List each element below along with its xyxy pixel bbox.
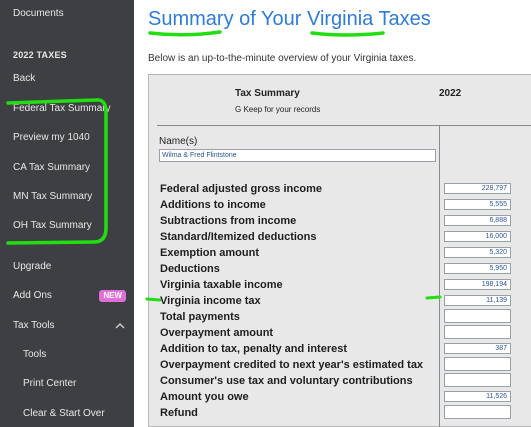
row-value-exemption[interactable]: 5,320 bbox=[444, 247, 511, 258]
sidebar-item-upgrade[interactable]: Upgrade bbox=[0, 256, 134, 278]
tax-summary-form: Tax Summary 2022 G Keep for your records… bbox=[148, 74, 531, 427]
row-label-additions: Additions to income bbox=[160, 199, 266, 211]
sidebar-item-documents[interactable]: Documents bbox=[0, 3, 134, 25]
row-value-overpayment-credited[interactable] bbox=[444, 357, 511, 371]
form-year: 2022 bbox=[439, 88, 462, 99]
row-value-overpayment[interactable] bbox=[444, 325, 511, 339]
chevron-up-icon[interactable] bbox=[115, 315, 125, 345]
row-label-va-income-tax: Virginia income tax bbox=[160, 295, 261, 307]
names-field[interactable]: Wilma & Fred Flintstone bbox=[159, 149, 436, 162]
row-label-addition-to-tax: Addition to tax, penalty and interest bbox=[160, 343, 348, 355]
new-badge: NEW bbox=[99, 290, 126, 302]
sidebar-item-oh-tax-summary[interactable]: OH Tax Summary bbox=[0, 215, 134, 237]
row-label-deductions: Deductions bbox=[160, 263, 220, 275]
sidebar-item-clear-start-over[interactable]: Clear & Start Over bbox=[0, 403, 134, 425]
form-divider-horizontal bbox=[157, 125, 531, 126]
sidebar-item-tax-tools[interactable]: Tax Tools bbox=[0, 315, 134, 337]
row-label-va-taxable-income: Virginia taxable income bbox=[160, 279, 283, 291]
row-value-federal-agi[interactable]: 228,797 bbox=[444, 183, 511, 194]
form-keep-note: G Keep for your records bbox=[235, 105, 321, 114]
sidebar-item-add-ons[interactable]: Add Ons NEW bbox=[0, 285, 134, 307]
row-label-refund: Refund bbox=[160, 407, 198, 419]
names-label: Name(s) bbox=[159, 136, 198, 147]
sidebar: Documents 2022 TAXES Back Federal Tax Su… bbox=[0, 0, 134, 427]
sidebar-item-add-ons-label: Add Ons bbox=[13, 290, 52, 301]
row-value-va-taxable-income[interactable]: 198,194 bbox=[444, 279, 511, 290]
sidebar-item-mn-tax-summary[interactable]: MN Tax Summary bbox=[0, 186, 134, 208]
row-value-additions[interactable]: 5,555 bbox=[444, 199, 511, 210]
row-label-total-payments: Total payments bbox=[160, 311, 240, 323]
row-label-overpayment: Overpayment amount bbox=[160, 327, 274, 339]
row-value-subtractions[interactable]: 6,888 bbox=[444, 215, 511, 226]
row-value-addition-to-tax[interactable]: 387 bbox=[444, 343, 511, 354]
row-value-deductions[interactable]: 5,950 bbox=[444, 263, 511, 274]
sidebar-item-back[interactable]: Back bbox=[0, 68, 134, 90]
sidebar-item-tools[interactable]: Tools bbox=[0, 344, 134, 366]
main-content: Summary of Your Virginia Taxes Below is … bbox=[134, 0, 531, 427]
form-header: Tax Summary bbox=[235, 88, 300, 99]
row-label-standard-itemized: Standard/Itemized deductions bbox=[160, 231, 317, 243]
row-value-refund[interactable] bbox=[444, 405, 511, 419]
sidebar-item-print-center[interactable]: Print Center bbox=[0, 373, 134, 395]
row-label-subtractions: Subtractions from income bbox=[160, 215, 297, 227]
row-label-amount-you-owe: Amount you owe bbox=[160, 391, 249, 403]
sidebar-item-preview-1040[interactable]: Preview my 1040 bbox=[0, 127, 134, 149]
row-label-exemption: Exemption amount bbox=[160, 247, 260, 259]
sidebar-section-2022-taxes: 2022 TAXES bbox=[13, 50, 67, 60]
page-title: Summary of Your Virginia Taxes bbox=[148, 8, 431, 30]
sidebar-item-tax-tools-label: Tax Tools bbox=[13, 320, 55, 331]
app-root: Documents 2022 TAXES Back Federal Tax Su… bbox=[0, 0, 531, 427]
sidebar-item-federal-tax-summary[interactable]: Federal Tax Summary bbox=[0, 98, 134, 120]
row-value-va-income-tax[interactable]: 11,139 bbox=[444, 295, 511, 306]
row-value-standard-itemized[interactable]: 16,000 bbox=[444, 231, 511, 242]
row-value-amount-you-owe[interactable]: 11,526 bbox=[444, 391, 511, 402]
row-value-total-payments[interactable] bbox=[444, 309, 511, 323]
row-value-consumers-use-tax[interactable] bbox=[444, 373, 511, 387]
row-label-federal-agi: Federal adjusted gross income bbox=[160, 183, 322, 195]
form-divider-vertical bbox=[439, 125, 440, 427]
row-label-consumers-use-tax: Consumer's use tax and voluntary contrib… bbox=[160, 375, 413, 387]
row-label-overpayment-credited: Overpayment credited to next year's esti… bbox=[160, 359, 424, 371]
page-subtitle: Below is an up-to-the-minute overview of… bbox=[148, 53, 417, 64]
sidebar-item-ca-tax-summary[interactable]: CA Tax Summary bbox=[0, 157, 134, 179]
